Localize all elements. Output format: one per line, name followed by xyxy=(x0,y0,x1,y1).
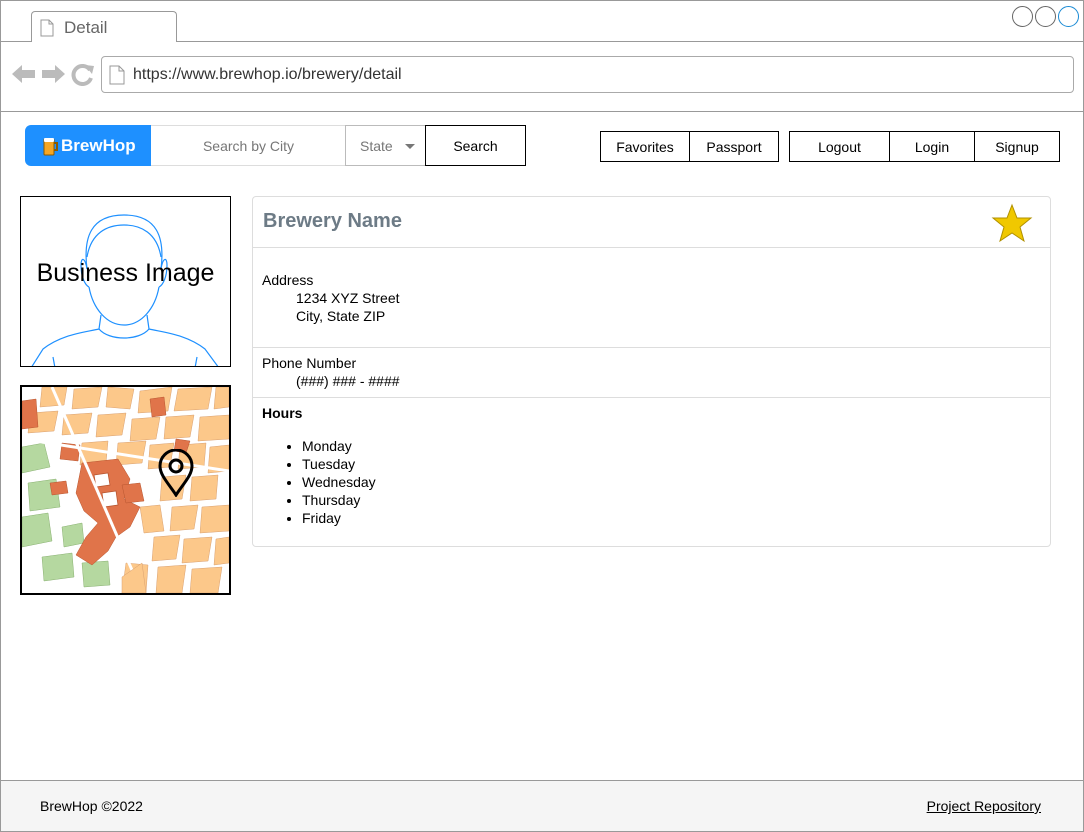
list-item: Thursday xyxy=(302,491,1050,509)
copyright-text: BrewHop ©2022 xyxy=(40,798,143,814)
map-tiles xyxy=(22,387,229,593)
hours-list: Monday Tuesday Wednesday Thursday Friday xyxy=(262,437,1050,527)
close-button[interactable] xyxy=(1058,6,1079,27)
page-icon xyxy=(109,65,125,85)
minimize-button[interactable] xyxy=(1012,6,1033,27)
login-button[interactable]: Login xyxy=(889,131,975,162)
list-item: Friday xyxy=(302,509,1050,527)
project-repository-link[interactable]: Project Repository xyxy=(927,798,1041,814)
browser-nav-bar: https://www.brewhop.io/brewery/detail xyxy=(1,42,1083,112)
logo-text: BrewHop xyxy=(61,135,136,155)
window-controls xyxy=(1012,6,1079,27)
brewhop-logo[interactable]: BrewHop xyxy=(25,125,151,166)
favorite-star-icon[interactable] xyxy=(990,203,1034,243)
location-map[interactable] xyxy=(20,385,231,595)
signup-button[interactable]: Signup xyxy=(974,131,1060,162)
card-header: Brewery Name xyxy=(253,197,1050,248)
browser-tab-bar: Detail xyxy=(1,1,1083,43)
phone-label: Phone Number xyxy=(262,355,357,371)
user-nav-group: Favorites Passport xyxy=(600,131,779,162)
state-dropdown[interactable]: State xyxy=(345,125,426,166)
map-pin-icon xyxy=(158,449,194,497)
business-image-label: Business Image xyxy=(36,259,215,287)
logout-button[interactable]: Logout xyxy=(789,131,890,162)
favorites-button[interactable]: Favorites xyxy=(600,131,690,162)
phone-value: (###) ### - #### xyxy=(296,373,400,389)
maximize-button[interactable] xyxy=(1035,6,1056,27)
page-icon xyxy=(40,19,54,37)
city-search-input[interactable] xyxy=(151,125,346,166)
forward-arrow-icon[interactable] xyxy=(41,64,65,84)
address-line-1: 1234 XYZ Street xyxy=(296,290,400,306)
address-line-2: City, State ZIP xyxy=(296,308,386,324)
list-item: Tuesday xyxy=(302,455,1050,473)
beer-mug-icon xyxy=(43,137,58,155)
page-footer: BrewHop ©2022 Project Repository xyxy=(1,780,1083,831)
address-label: Address xyxy=(262,272,314,288)
brewery-name: Brewery Name xyxy=(263,210,402,232)
list-item: Monday xyxy=(302,437,1050,455)
hours-label: Hours xyxy=(262,405,303,421)
brewery-detail-card: Brewery Name Address 1234 XYZ Street Cit… xyxy=(252,196,1051,547)
phone-section: Phone Number (###) ### - #### xyxy=(253,348,1050,398)
url-text: https://www.brewhop.io/brewery/detail xyxy=(133,66,402,83)
state-dropdown-label: State xyxy=(360,137,393,154)
list-item: Wednesday xyxy=(302,473,1050,491)
tab-title: Detail xyxy=(64,18,108,37)
dropdown-arrow-icon xyxy=(405,144,415,149)
address-section: Address 1234 XYZ Street City, State ZIP xyxy=(253,248,1050,348)
reload-icon[interactable] xyxy=(71,64,95,86)
browser-tab[interactable]: Detail xyxy=(31,11,177,43)
business-image: Business Image xyxy=(20,196,231,367)
auth-nav-group: Logout Login Signup xyxy=(789,131,1060,162)
passport-button[interactable]: Passport xyxy=(689,131,779,162)
hours-section: Hours Monday Tuesday Wednesday Thursday … xyxy=(253,398,1050,527)
back-arrow-icon[interactable] xyxy=(12,64,36,84)
address-bar[interactable]: https://www.brewhop.io/brewery/detail xyxy=(101,56,1074,93)
search-button[interactable]: Search xyxy=(425,125,526,166)
